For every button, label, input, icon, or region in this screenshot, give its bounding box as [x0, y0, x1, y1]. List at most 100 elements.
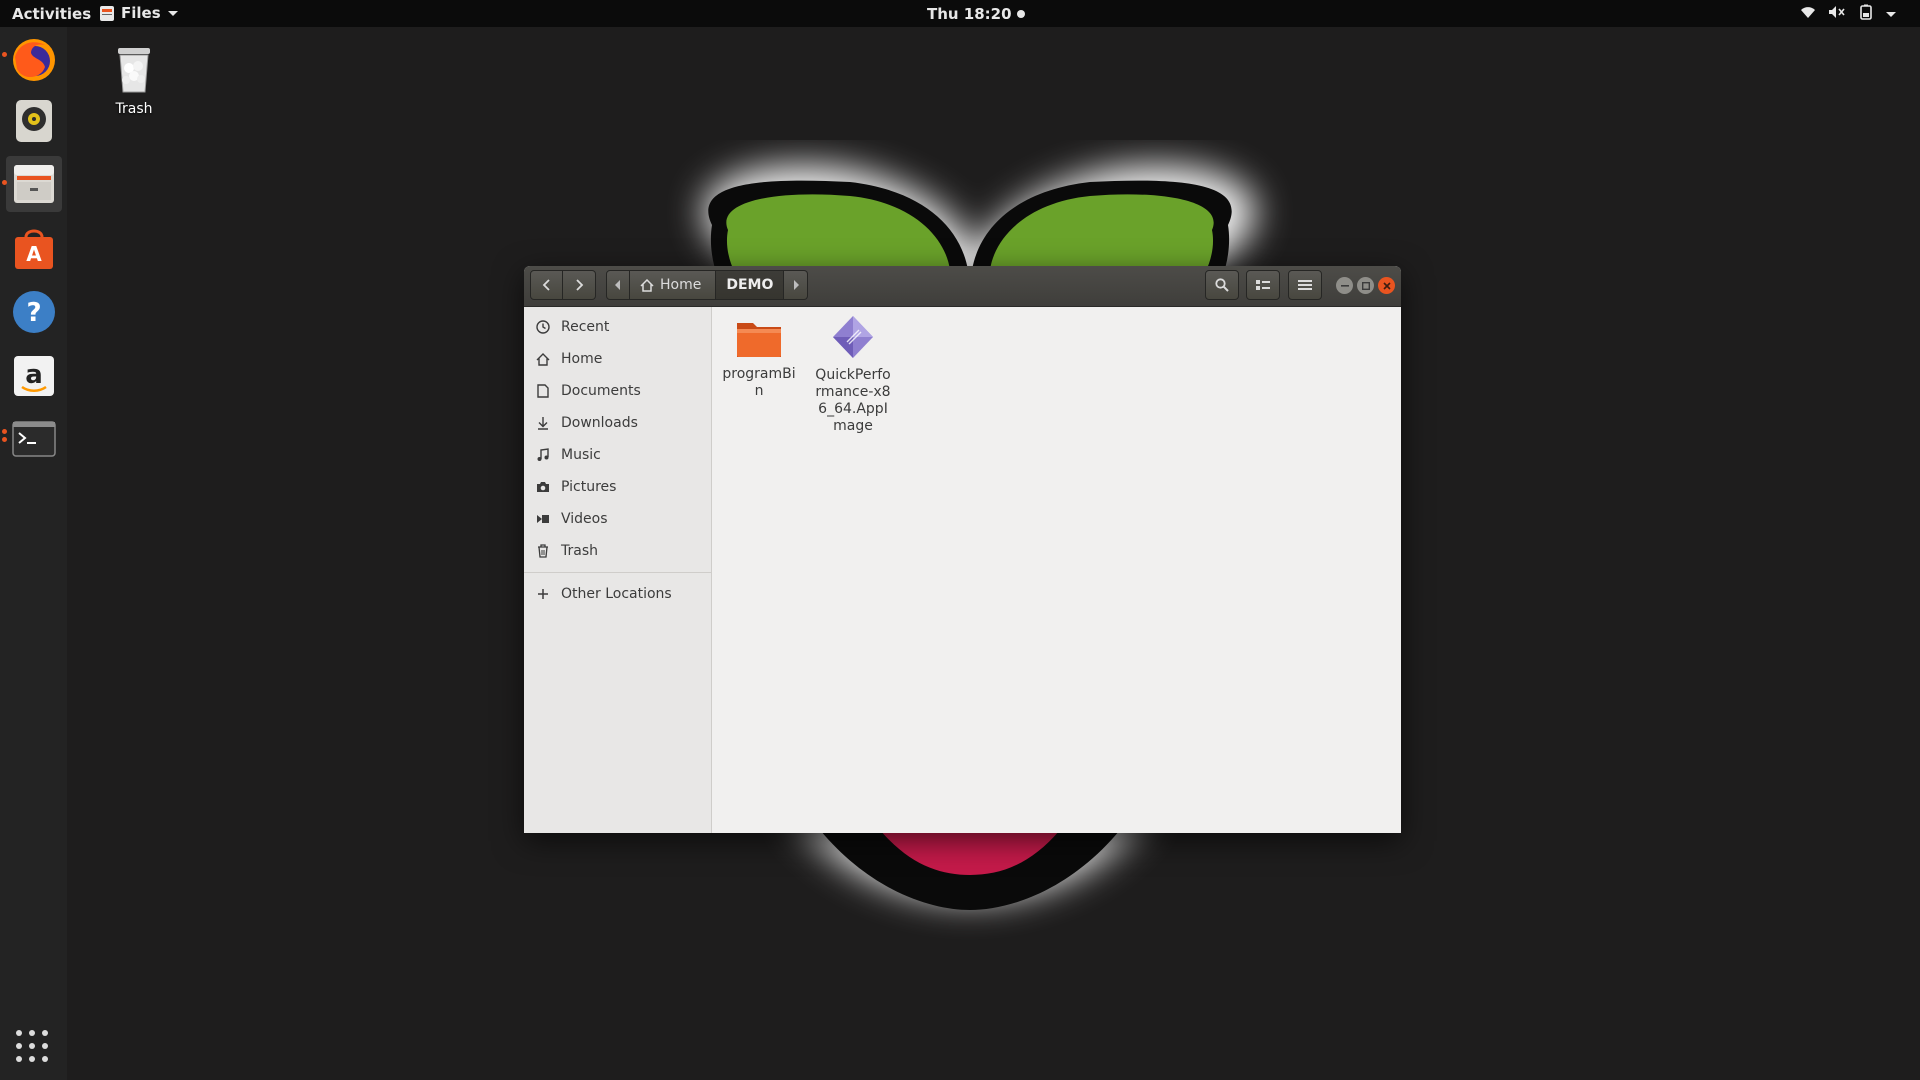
download-icon	[535, 415, 551, 431]
sidebar-item-pictures[interactable]: Pictures	[524, 471, 711, 503]
running-indicator	[2, 437, 7, 442]
notification-dot-icon	[1016, 10, 1025, 18]
window-controls	[1336, 277, 1395, 294]
path-home-label: Home	[660, 277, 702, 293]
terminal-icon	[12, 421, 56, 457]
triangle-left-icon	[615, 280, 620, 290]
file-item-quickperformance-appimage[interactable]: QuickPerformance-x86_64.AppImage	[813, 314, 893, 435]
file-cabinet-icon	[14, 165, 54, 203]
forward-button[interactable]	[563, 270, 596, 300]
file-name: programBin	[722, 366, 796, 399]
header-bar: Home DEMO	[524, 266, 1401, 307]
path-bar: Home DEMO	[606, 270, 809, 300]
back-button[interactable]	[530, 270, 563, 300]
places-sidebar: Recent Home Documents Downloads Music Pi…	[524, 307, 712, 833]
sidebar-item-videos[interactable]: Videos	[524, 503, 711, 535]
firefox-icon	[13, 39, 55, 81]
document-icon	[535, 383, 551, 399]
sidebar-item-label: Downloads	[561, 415, 638, 431]
search-icon	[1215, 278, 1229, 292]
path-current-button[interactable]: DEMO	[716, 270, 785, 300]
folder-icon	[737, 323, 781, 357]
system-menu-chevron-icon[interactable]	[1886, 11, 1896, 17]
path-home-button[interactable]: Home	[630, 270, 717, 300]
sidebar-item-other-locations[interactable]: Other Locations	[524, 578, 711, 610]
activities-button[interactable]: Activities	[12, 5, 91, 23]
sidebar-separator	[524, 572, 711, 573]
file-item-programbin[interactable]: programBin	[719, 319, 799, 400]
system-tray[interactable]	[1800, 4, 1896, 24]
sidebar-item-label: Trash	[561, 543, 598, 559]
minimize-button[interactable]	[1336, 277, 1353, 294]
appimage-icon	[833, 316, 873, 358]
home-icon	[535, 351, 551, 367]
triangle-right-icon	[793, 280, 799, 290]
music-icon	[535, 447, 551, 463]
close-icon	[1382, 281, 1391, 290]
maximize-icon	[1361, 281, 1370, 290]
sidebar-item-label: Music	[561, 447, 601, 463]
sidebar-item-label: Home	[561, 351, 603, 367]
video-icon	[535, 511, 551, 527]
chevron-left-icon	[542, 279, 550, 291]
navigation-buttons	[530, 270, 596, 300]
chevron-right-icon	[576, 279, 584, 291]
sidebar-item-label: Recent	[561, 319, 610, 335]
trash-icon	[535, 543, 551, 559]
shopping-bag-icon: A	[15, 229, 53, 269]
file-name: QuickPerformance-x86_64.AppImage	[815, 367, 891, 434]
svg-text:A: A	[26, 242, 42, 266]
desktop-trash[interactable]: Trash	[104, 46, 164, 117]
app-menu-files[interactable]: Files	[100, 4, 178, 22]
menu-button[interactable]	[1288, 270, 1322, 300]
home-icon	[640, 278, 654, 292]
svg-text:?: ?	[26, 298, 41, 328]
view-options-button[interactable]	[1246, 270, 1280, 300]
maximize-button[interactable]	[1357, 277, 1374, 294]
dock-firefox[interactable]	[2, 32, 62, 88]
files-app-icon	[100, 5, 114, 21]
sidebar-item-music[interactable]: Music	[524, 439, 711, 471]
hamburger-menu-icon	[1298, 280, 1312, 290]
sidebar-item-downloads[interactable]: Downloads	[524, 407, 711, 439]
desktop-trash-label: Trash	[115, 101, 153, 117]
dock-rhythmbox[interactable]	[6, 93, 62, 149]
sidebar-item-label: Pictures	[561, 479, 617, 495]
path-current-label: DEMO	[726, 277, 774, 293]
app-menu-label: Files	[121, 4, 161, 22]
running-indicator	[2, 52, 7, 57]
wifi-icon[interactable]	[1800, 5, 1816, 23]
search-button[interactable]	[1205, 270, 1239, 300]
dock: A ? a	[0, 27, 67, 1080]
show-applications-button[interactable]	[16, 1030, 50, 1064]
camera-icon	[535, 479, 551, 495]
sidebar-item-recent[interactable]: Recent	[524, 311, 711, 343]
files-window: Home DEMO Recent Home Documents Download…	[524, 266, 1401, 833]
clock-icon	[535, 319, 551, 335]
trash-icon	[118, 48, 150, 93]
battery-icon[interactable]	[1858, 4, 1874, 24]
sidebar-item-label: Videos	[561, 511, 608, 527]
sidebar-item-home[interactable]: Home	[524, 343, 711, 375]
sidebar-item-label: Documents	[561, 383, 641, 399]
help-icon: ?	[13, 291, 55, 333]
dock-terminal[interactable]	[2, 411, 62, 467]
close-button[interactable]	[1378, 277, 1395, 294]
path-scroll-left-button[interactable]	[606, 270, 630, 300]
sidebar-item-trash[interactable]: Trash	[524, 535, 711, 567]
path-scroll-right-button[interactable]	[784, 270, 809, 300]
minimize-icon	[1340, 284, 1349, 287]
clock[interactable]: Thu 18:20	[927, 5, 1025, 23]
dock-amazon[interactable]: a	[6, 348, 62, 404]
sidebar-item-documents[interactable]: Documents	[524, 375, 711, 407]
clock-label: Thu 18:20	[927, 5, 1012, 23]
dock-ubuntu-software[interactable]: A	[6, 221, 62, 277]
chevron-down-icon	[167, 10, 178, 16]
file-view[interactable]: programBin QuickPerformance-x86_64.AppIm…	[713, 307, 1401, 833]
running-indicator	[2, 429, 7, 434]
dock-help[interactable]: ?	[6, 284, 62, 340]
dock-files[interactable]	[2, 156, 62, 212]
volume-muted-icon[interactable]	[1828, 5, 1846, 23]
sidebar-item-label: Other Locations	[561, 586, 672, 602]
list-view-icon	[1256, 280, 1270, 290]
